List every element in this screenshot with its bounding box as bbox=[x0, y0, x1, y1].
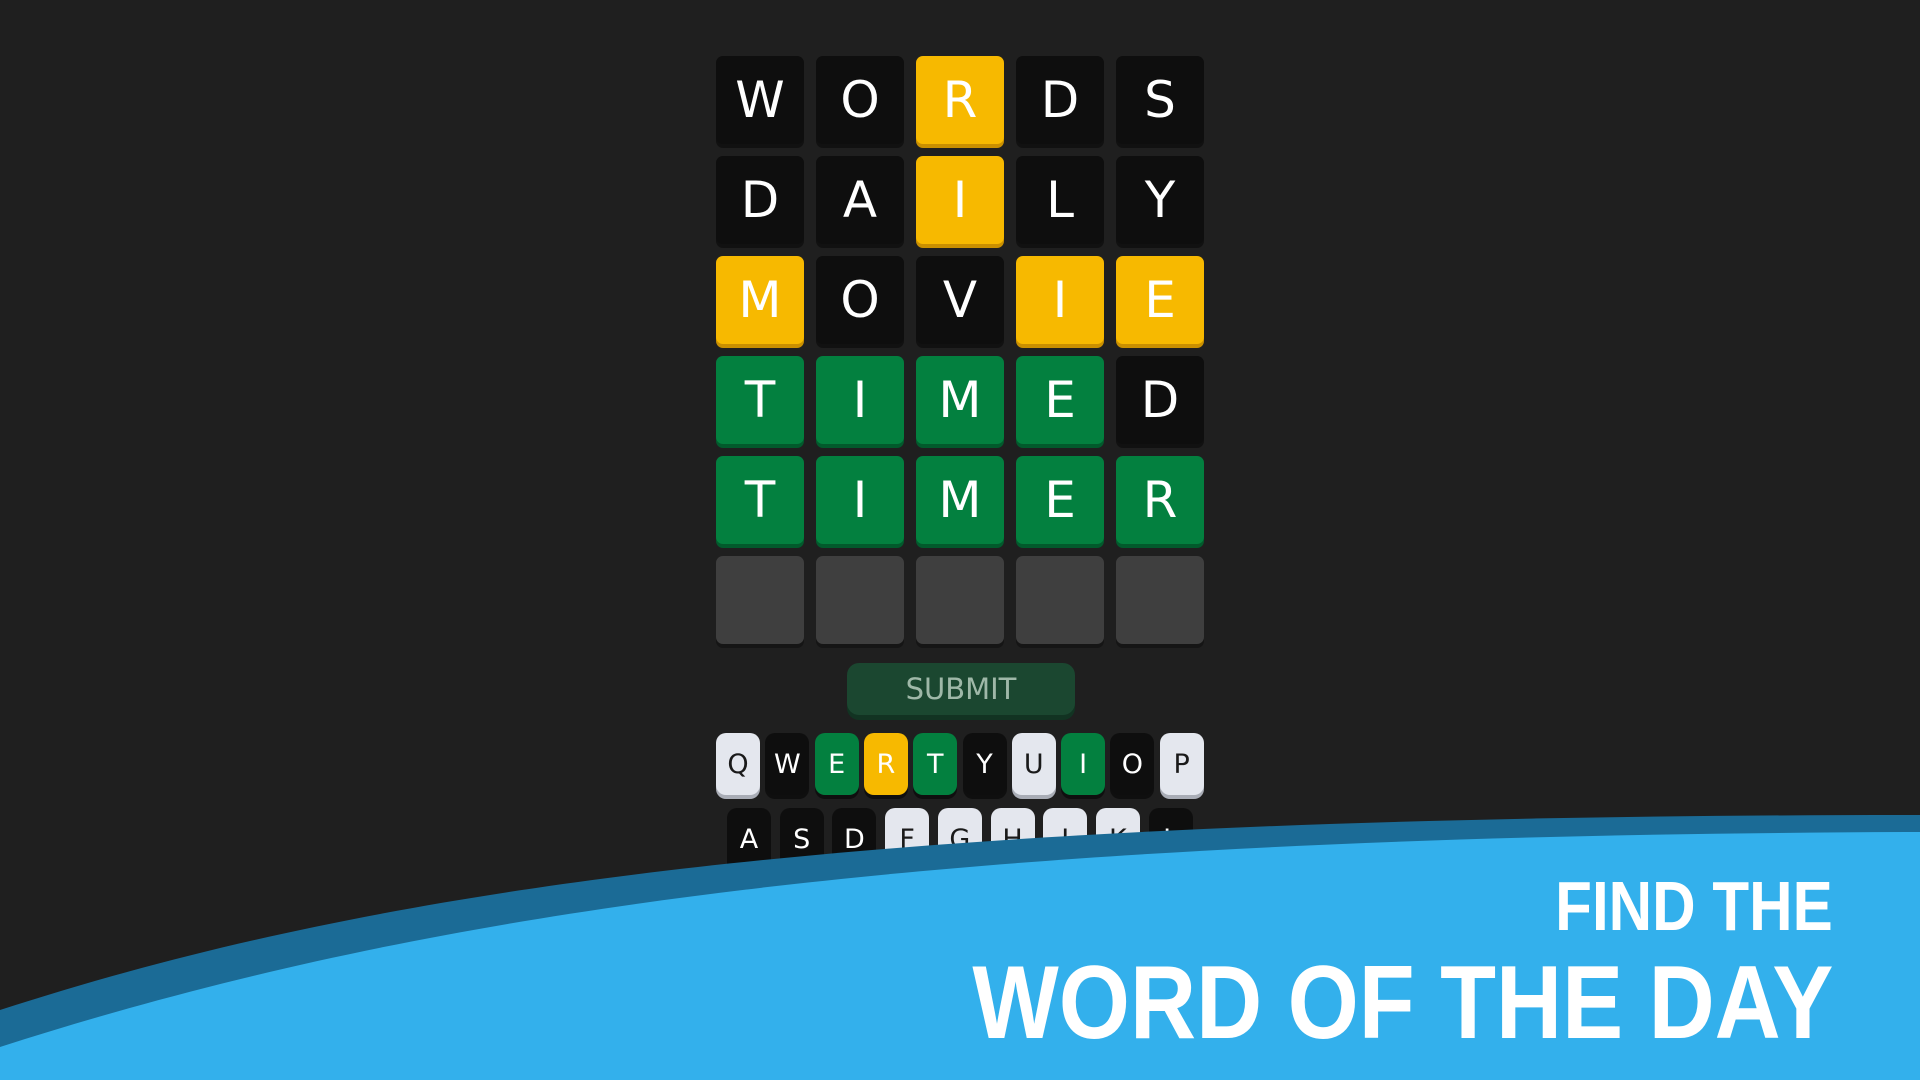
tile-absent: S bbox=[1116, 56, 1204, 144]
key-k[interactable]: K bbox=[1095, 808, 1140, 870]
key-j[interactable]: J bbox=[1043, 808, 1088, 870]
tile-present: M bbox=[716, 256, 804, 344]
tile-absent: D bbox=[1016, 56, 1104, 144]
tile-absent: V bbox=[916, 256, 1004, 344]
tile-absent: W bbox=[716, 56, 804, 144]
tile-correct: E bbox=[1016, 356, 1104, 444]
tile-present: R bbox=[916, 56, 1004, 144]
tile-empty bbox=[816, 556, 904, 644]
tile-absent: L bbox=[1016, 156, 1104, 244]
tile-present: I bbox=[916, 156, 1004, 244]
key-s[interactable]: S bbox=[779, 808, 824, 870]
tile-correct: I bbox=[816, 456, 904, 544]
tile-absent: D bbox=[716, 156, 804, 244]
tile-correct: E bbox=[1016, 456, 1104, 544]
key-g[interactable]: G bbox=[937, 808, 982, 870]
tile-absent: O bbox=[816, 56, 904, 144]
tile-correct: I bbox=[816, 356, 904, 444]
tile-empty bbox=[916, 556, 1004, 644]
tile-empty bbox=[716, 556, 804, 644]
tile-correct: R bbox=[1116, 456, 1204, 544]
tile-empty bbox=[1016, 556, 1104, 644]
key-p[interactable]: P bbox=[1159, 733, 1204, 795]
banner-headline-line2: WORD OF THE DAY bbox=[972, 945, 1833, 1061]
key-w[interactable]: W bbox=[765, 733, 810, 795]
tile-correct: M bbox=[916, 456, 1004, 544]
tile-correct: T bbox=[716, 356, 804, 444]
tile-absent: D bbox=[1116, 356, 1204, 444]
tile-absent: Y bbox=[1116, 156, 1204, 244]
key-t[interactable]: T bbox=[913, 733, 958, 795]
key-l[interactable]: L bbox=[1148, 808, 1193, 870]
key-q[interactable]: Q bbox=[716, 733, 760, 795]
tile-absent: O bbox=[816, 256, 904, 344]
tile-present: I bbox=[1016, 256, 1104, 344]
key-e[interactable]: E bbox=[814, 733, 859, 795]
tile-present: E bbox=[1116, 256, 1204, 344]
key-o[interactable]: O bbox=[1110, 733, 1155, 795]
key-u[interactable]: U bbox=[1011, 733, 1056, 795]
key-d[interactable]: D bbox=[832, 808, 877, 870]
tile-correct: M bbox=[916, 356, 1004, 444]
banner-headline-line1: FIND THE bbox=[1555, 867, 1833, 945]
key-h[interactable]: H bbox=[990, 808, 1035, 870]
key-y[interactable]: Y bbox=[962, 733, 1007, 795]
key-r[interactable]: R bbox=[863, 733, 908, 795]
key-a[interactable]: A bbox=[727, 808, 771, 870]
tile-absent: A bbox=[816, 156, 904, 244]
key-f[interactable]: F bbox=[885, 808, 930, 870]
tile-empty bbox=[1116, 556, 1204, 644]
tile-correct: T bbox=[716, 456, 804, 544]
key-i[interactable]: I bbox=[1061, 733, 1106, 795]
submit-button[interactable]: SUBMIT bbox=[847, 663, 1075, 715]
